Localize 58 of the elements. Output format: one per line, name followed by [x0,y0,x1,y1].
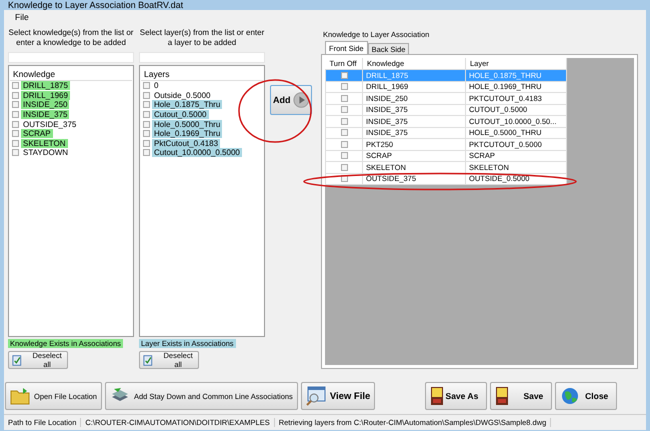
checkbox[interactable] [12,140,19,147]
checkbox[interactable] [12,130,19,138]
checkbox[interactable] [340,72,348,79]
checkbox[interactable] [12,149,19,156]
instruction-text: Select layer(s) from the list or enter a layer to be added [139,27,265,49]
list-item[interactable]: Hole_0.5000_Thru [152,120,222,129]
checkbox[interactable] [12,120,19,128]
checkbox[interactable] [12,111,19,118]
checkbox[interactable] [12,101,19,108]
list-item[interactable]: Cutout_10.0000_0.5000 [152,148,242,158]
add-button[interactable]: Add [270,85,312,115]
checkbox[interactable] [340,83,348,90]
checkbox[interactable] [340,140,348,148]
window-title: Knowledge to Layer Association BoatRV.dat [7,0,184,10]
globe-icon [560,386,580,406]
action-button[interactable]: Save [490,382,552,410]
input-field[interactable] [8,52,134,63]
list-item[interactable]: Cutout_0.5000 [152,110,208,120]
menu-item[interactable]: File [12,12,32,22]
checkbox[interactable] [340,164,348,171]
checkbox[interactable] [143,130,150,138]
checkbox[interactable] [340,118,348,125]
checkbox[interactable] [143,140,150,147]
checkbox[interactable] [143,101,150,108]
list-item[interactable]: INSIDE_375 [21,110,70,120]
list-item[interactable]: SKELETON [21,138,68,148]
checkbox[interactable] [143,82,150,90]
checkbox[interactable] [340,106,348,114]
list-item[interactable]: INSIDE_250 [21,100,70,110]
input-field[interactable] [139,52,265,63]
list-item[interactable]: PktCutout_0.4183 [152,138,220,148]
checkbox[interactable] [143,149,150,156]
checkbox[interactable] [340,152,348,160]
file-icon [495,386,510,406]
action-button[interactable]: Close [555,382,618,410]
list-item[interactable]: SCRAP [21,129,53,138]
list-item[interactable]: STAYDOWN [21,148,70,158]
list-item[interactable]: OUTSIDE_375 [21,120,78,129]
list-item[interactable]: DRILL_1969 [21,90,70,100]
checkbox[interactable] [340,94,348,102]
checkbox[interactable] [12,92,19,99]
list-item[interactable]: DRILL_1875 [21,81,70,90]
window-magnifier-icon [306,386,326,406]
list-item[interactable]: Hole_0.1875_Thru [152,100,222,110]
file-icon [430,386,444,406]
checkbox[interactable] [340,129,348,136]
folder-icon [10,387,30,405]
checkbox[interactable] [143,111,150,118]
instruction-text: Select knowledge(s) from the list or enter a knowledge to be added [8,27,134,49]
checkbox[interactable] [12,82,19,90]
action-button[interactable]: Save As [425,382,488,410]
list-item[interactable]: Hole_0.1969_Thru [152,129,222,138]
checkbox[interactable] [143,120,150,128]
list-item[interactable]: 0 [152,81,160,90]
play-icon [292,91,309,109]
list-item[interactable]: Outside_0.5000 [152,90,212,100]
checkbox[interactable] [143,92,150,99]
toolbar-button[interactable]: View File [300,382,376,410]
